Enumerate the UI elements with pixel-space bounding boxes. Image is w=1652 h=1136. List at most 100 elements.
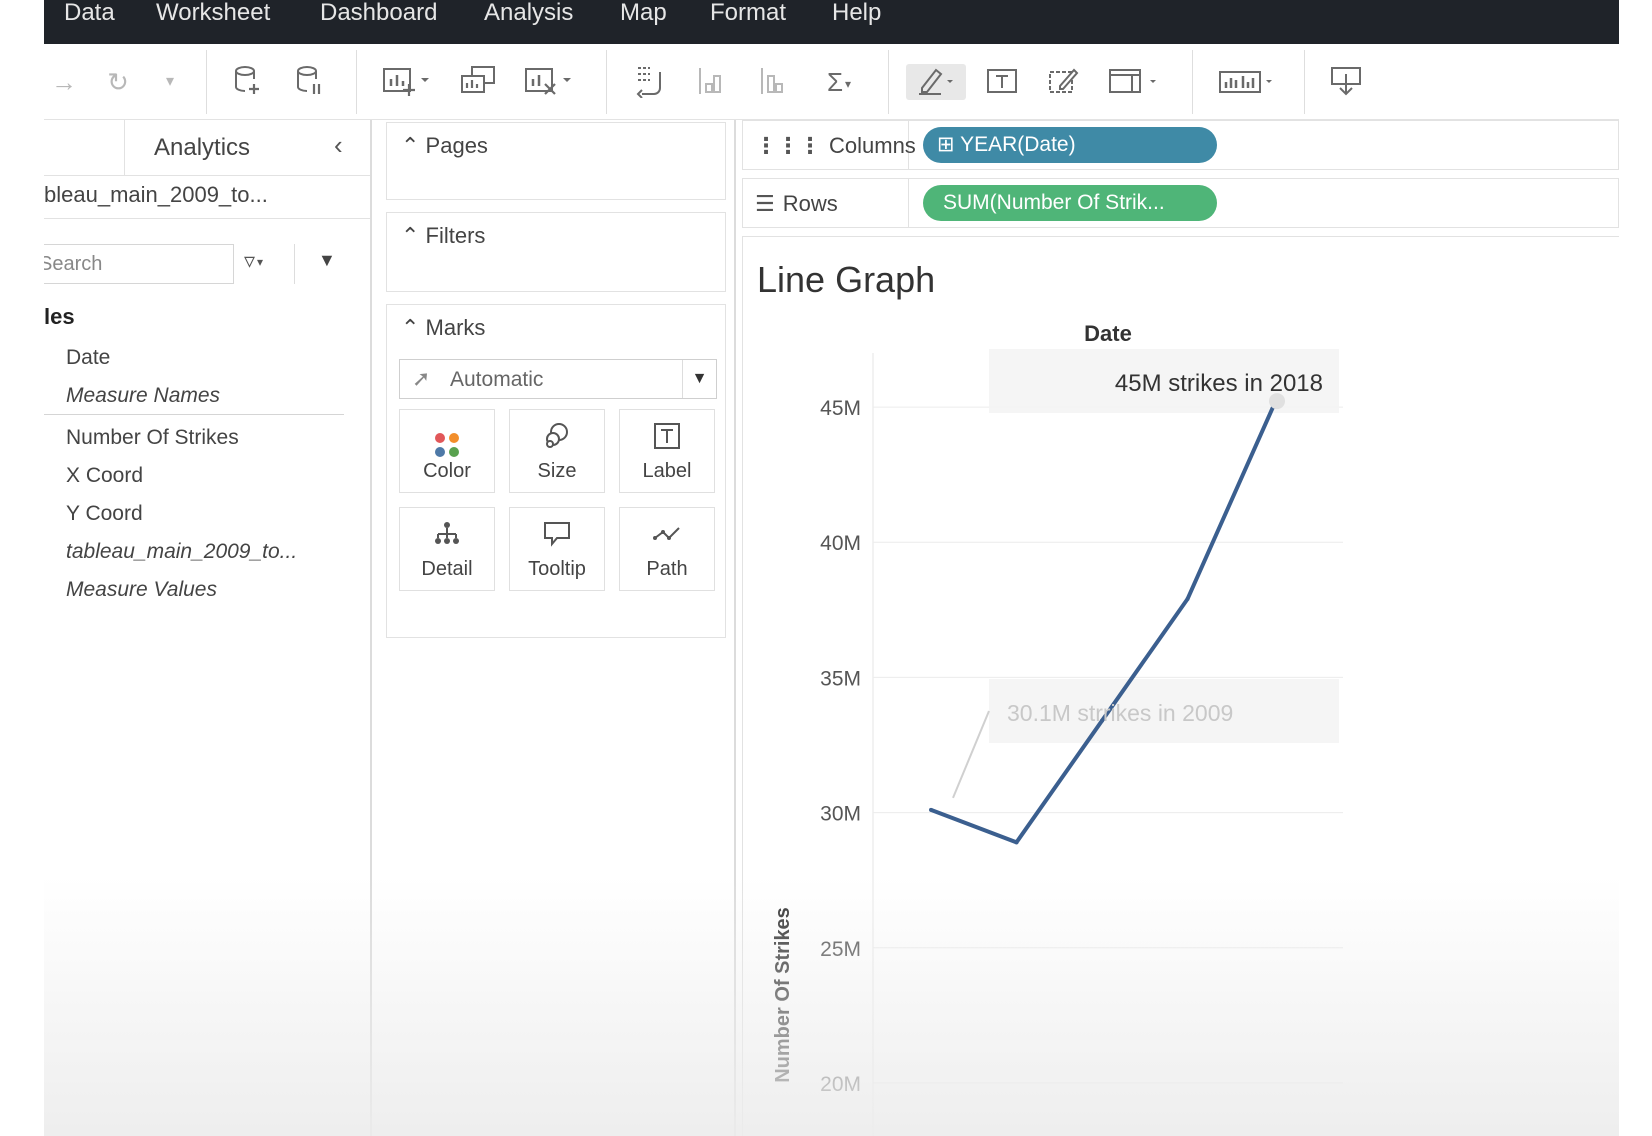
fit-icon[interactable] — [1104, 64, 1164, 100]
size-button[interactable]: Size — [509, 409, 605, 493]
size-label: Size — [537, 460, 577, 482]
color-label: Color — [423, 460, 471, 482]
data-point — [1185, 597, 1190, 602]
undo-alt-icon[interactable]: ↻ — [98, 64, 138, 100]
menu-map[interactable]: Map — [620, 0, 667, 30]
data-point — [1014, 840, 1019, 845]
new-datasource-icon[interactable] — [228, 64, 268, 100]
size-icon — [510, 422, 604, 450]
color-button[interactable]: Color — [399, 409, 495, 493]
toolbar-divider — [1192, 50, 1193, 114]
columns-shelf-label: ⋮⋮⋮ Columns — [743, 121, 916, 169]
columns-shelf[interactable]: ⋮⋮⋮ Columns ⊞ YEAR(Date) — [742, 120, 1619, 170]
tableau-app-window: Data Worksheet Dashboard Analysis Map Fo… — [44, 0, 1619, 1136]
filters-card-header[interactable]: ⌃ Filters — [401, 223, 485, 249]
label-button[interactable]: Label — [619, 409, 715, 493]
new-worksheet-icon[interactable] — [378, 64, 434, 100]
datasource-divider — [44, 218, 370, 219]
totals-icon[interactable]: Σ ▾ — [814, 64, 864, 100]
annotation-text: 45M strikes in 2018 — [1115, 370, 1323, 397]
highlight-icon[interactable] — [906, 64, 966, 100]
x-axis-label: Date — [1084, 321, 1132, 346]
sort-ascending-icon[interactable] — [690, 64, 730, 100]
field-item[interactable]: Y Coord — [66, 502, 143, 526]
cards-pane: ⌃ Pages ⌃ Filters ⌃ Marks ➚ Automatic ▼ … — [374, 120, 736, 1136]
pages-card: ⌃ Pages — [386, 122, 726, 200]
mark-type-value: Automatic — [450, 368, 544, 391]
pane-tab-strip: Analytics ‹ — [44, 120, 370, 176]
toolbar-divider — [206, 50, 207, 114]
tab-divider — [124, 120, 125, 176]
tab-analytics[interactable]: Analytics — [154, 134, 250, 162]
swap-icon[interactable] — [630, 64, 670, 100]
y-tick-label: 45M — [820, 397, 861, 420]
search-input[interactable]: Search — [44, 244, 234, 284]
text-label-icon[interactable] — [982, 64, 1022, 100]
duplicate-sheet-icon[interactable] — [458, 64, 498, 100]
field-item[interactable]: Measure Values — [66, 578, 217, 602]
chevron-down-icon[interactable]: ▼ — [682, 360, 716, 398]
field-item[interactable]: Date — [66, 346, 110, 370]
menu-help[interactable]: Help — [832, 0, 881, 30]
y-tick-label: 40M — [820, 532, 861, 555]
menu-bar: Data Worksheet Dashboard Analysis Map Fo… — [44, 0, 1619, 44]
annotate-icon[interactable] — [1044, 64, 1084, 100]
y-tick-label: 25M — [820, 938, 861, 961]
toolbar: → ↻ ▾ Σ ▾ — [44, 44, 1619, 120]
columns-label: Columns — [829, 133, 916, 158]
redo-icon[interactable]: → — [44, 64, 84, 100]
detail-label: Detail — [421, 558, 473, 580]
menu-dashboard[interactable]: Dashboard — [320, 0, 437, 30]
pane-menu-caret-icon[interactable]: ▼ — [318, 250, 336, 271]
rows-shelf-label: ☰ Rows — [743, 179, 909, 227]
path-label: Path — [646, 558, 688, 580]
filter-icon[interactable]: ▿ ▾ — [244, 248, 263, 274]
data-point — [929, 807, 933, 812]
detail-button[interactable]: Detail — [399, 507, 495, 591]
annotation-connector — [952, 710, 990, 799]
datasource-name[interactable]: bleau_main_2009_to... — [44, 182, 344, 208]
columns-pill-year-date[interactable]: ⊞ YEAR(Date) — [923, 127, 1217, 163]
worksheet-canvas: Line Graph 20M 25M 30M 35M 40M 45M Date Number … — [742, 236, 1619, 1136]
menu-data[interactable]: Data — [64, 0, 115, 30]
pages-title: Pages — [425, 133, 488, 158]
path-icon — [620, 520, 714, 548]
search-divider — [294, 244, 295, 284]
rows-shelf[interactable]: ☰ Rows SUM(Number Of Strik... — [742, 178, 1619, 228]
line-chart: 20M 25M 30M 35M 40M 45M Date Number Of Strikes 4… — [772, 321, 1343, 1136]
y-axis-label: Number Of Strikes — [772, 907, 794, 1083]
line-mark-icon: ➚ — [412, 366, 431, 391]
y-tick-label: 35M — [820, 667, 861, 690]
y-tick-label: 30M — [820, 803, 861, 826]
clear-sheet-icon[interactable] — [520, 64, 576, 100]
mark-type-dropdown[interactable]: ➚ Automatic ▼ — [399, 359, 717, 399]
filters-card: ⌃ Filters — [386, 212, 726, 292]
columns-pill-text: YEAR(Date) — [960, 133, 1076, 156]
show-me-icon[interactable] — [1214, 64, 1278, 100]
field-item[interactable]: Number Of Strikes — [66, 426, 239, 450]
tooltip-button[interactable]: Tooltip — [509, 507, 605, 591]
pages-card-header[interactable]: ⌃ Pages — [401, 133, 488, 159]
color-icon — [400, 422, 494, 457]
columns-icon: ⋮⋮⋮ — [755, 133, 821, 158]
marks-card-header[interactable]: ⌃ Marks — [401, 315, 485, 341]
path-button[interactable]: Path — [619, 507, 715, 591]
field-item[interactable]: Measure Names — [66, 384, 220, 408]
label-icon — [620, 422, 714, 450]
tables-heading: les — [44, 304, 75, 329]
data-pane: Analytics ‹ bleau_main_2009_to... Search… — [44, 120, 372, 1136]
collapse-pane-icon[interactable]: ‹ — [334, 130, 343, 161]
sigma-glyph: Σ — [826, 67, 844, 97]
menu-format[interactable]: Format — [710, 0, 786, 30]
pause-updates-icon[interactable] — [290, 64, 330, 100]
download-icon[interactable] — [1326, 64, 1366, 100]
menu-analysis[interactable]: Analysis — [484, 0, 573, 30]
filters-title: Filters — [425, 223, 486, 248]
field-item[interactable]: X Coord — [66, 464, 143, 488]
sort-descending-icon[interactable] — [752, 64, 792, 100]
rows-pill-sum-strikes[interactable]: SUM(Number Of Strik... — [923, 185, 1217, 221]
menu-worksheet[interactable]: Worksheet — [156, 0, 270, 30]
field-item[interactable]: tableau_main_2009_to... — [66, 540, 297, 564]
dropdown-icon[interactable]: ▾ — [150, 64, 190, 100]
tooltip-icon — [510, 520, 604, 548]
